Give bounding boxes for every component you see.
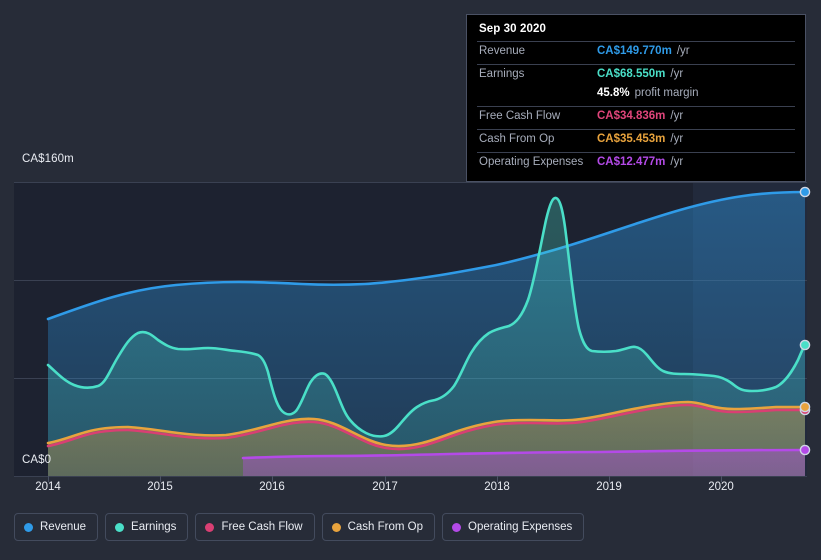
- legend-dot-operating-expenses-icon: [452, 522, 462, 532]
- chart-page: CA$160m CA$0 2014 2015 2016 2017 2018 20…: [0, 0, 821, 560]
- tooltip-unit-revenue: /yr: [676, 45, 690, 57]
- legend-item-cash-from-op[interactable]: Cash From Op: [321, 513, 436, 541]
- legend-dot-revenue-icon: [24, 522, 33, 532]
- legend-item-operating-expenses[interactable]: Operating Expenses: [442, 513, 585, 541]
- y-axis-top-label: CA$160m: [22, 153, 74, 165]
- earnings-endpoint-marker: [799, 339, 811, 351]
- tooltip-row-free-cash-flow: Free Cash Flow CA$34.836m /yr: [477, 106, 795, 129]
- tooltip-unit-earnings: /yr: [670, 68, 684, 80]
- x-tick-2017: 2017: [372, 481, 398, 493]
- legend-dot-earnings-icon: [115, 522, 125, 532]
- chart-legend: Revenue Earnings Free Cash Flow Cash Fro…: [14, 513, 585, 541]
- tooltip-date: Sep 30 2020: [479, 23, 546, 35]
- tooltip-value-free-cash-flow: CA$34.836m: [597, 110, 666, 122]
- x-tick-2018: 2018: [484, 481, 510, 493]
- legend-dot-free-cash-flow-icon: [205, 522, 215, 532]
- x-tick-2016: 2016: [259, 481, 285, 493]
- tooltip-unit-free-cash-flow: /yr: [670, 110, 684, 122]
- tooltip-label-revenue: Revenue: [479, 45, 526, 57]
- legend-item-revenue[interactable]: Revenue: [14, 513, 99, 541]
- operating-expenses-endpoint-marker: [799, 444, 811, 456]
- tooltip-unit-profit-margin: profit margin: [634, 87, 699, 99]
- tooltip-value-earnings: CA$68.550m: [597, 68, 666, 80]
- chart-tooltip: Sep 30 2020 Revenue CA$149.770m /yr Earn…: [466, 14, 806, 182]
- tooltip-value-revenue: CA$149.770m: [597, 45, 672, 57]
- tooltip-row-profit-margin: 45.8% profit margin: [477, 87, 795, 106]
- tooltip-unit-cash-from-op: /yr: [670, 133, 684, 145]
- legend-label-earnings: Earnings: [131, 521, 177, 533]
- legend-label-cash-from-op: Cash From Op: [347, 521, 424, 533]
- revenue-endpoint-marker: [799, 186, 811, 198]
- x-tick-2014: 2014: [35, 481, 61, 493]
- y-axis-bottom-label: CA$0: [22, 454, 52, 466]
- tooltip-label-earnings: Earnings: [479, 68, 525, 80]
- legend-label-revenue: Revenue: [40, 521, 87, 533]
- tooltip-row-revenue: Revenue CA$149.770m /yr: [477, 41, 795, 64]
- legend-item-free-cash-flow[interactable]: Free Cash Flow: [195, 513, 315, 541]
- legend-item-earnings[interactable]: Earnings: [105, 513, 189, 541]
- tooltip-label-operating-expenses: Operating Expenses: [479, 156, 584, 168]
- tooltip-label-free-cash-flow: Free Cash Flow: [479, 110, 561, 122]
- legend-label-operating-expenses: Operating Expenses: [468, 521, 573, 533]
- x-axis: 2014 2015 2016 2017 2018 2019 2020: [0, 481, 821, 503]
- tooltip-row-cash-from-op: Cash From Op CA$35.453m /yr: [477, 129, 795, 152]
- legend-dot-cash-from-op-icon: [331, 522, 341, 532]
- x-tick-2019: 2019: [596, 481, 622, 493]
- tooltip-label-cash-from-op: Cash From Op: [479, 133, 555, 145]
- tooltip-value-operating-expenses: CA$12.477m: [597, 156, 666, 168]
- tooltip-value-cash-from-op: CA$35.453m: [597, 133, 666, 145]
- legend-label-free-cash-flow: Free Cash Flow: [221, 521, 303, 533]
- tooltip-unit-operating-expenses: /yr: [670, 156, 684, 168]
- tooltip-row-earnings: Earnings CA$68.550m /yr: [477, 64, 795, 87]
- cash-from-op-endpoint-marker: [799, 401, 811, 413]
- x-tick-2015: 2015: [147, 481, 173, 493]
- x-tick-2020: 2020: [708, 481, 734, 493]
- tooltip-value-profit-margin: 45.8%: [597, 87, 630, 99]
- tooltip-row-operating-expenses: Operating Expenses CA$12.477m /yr: [477, 152, 795, 175]
